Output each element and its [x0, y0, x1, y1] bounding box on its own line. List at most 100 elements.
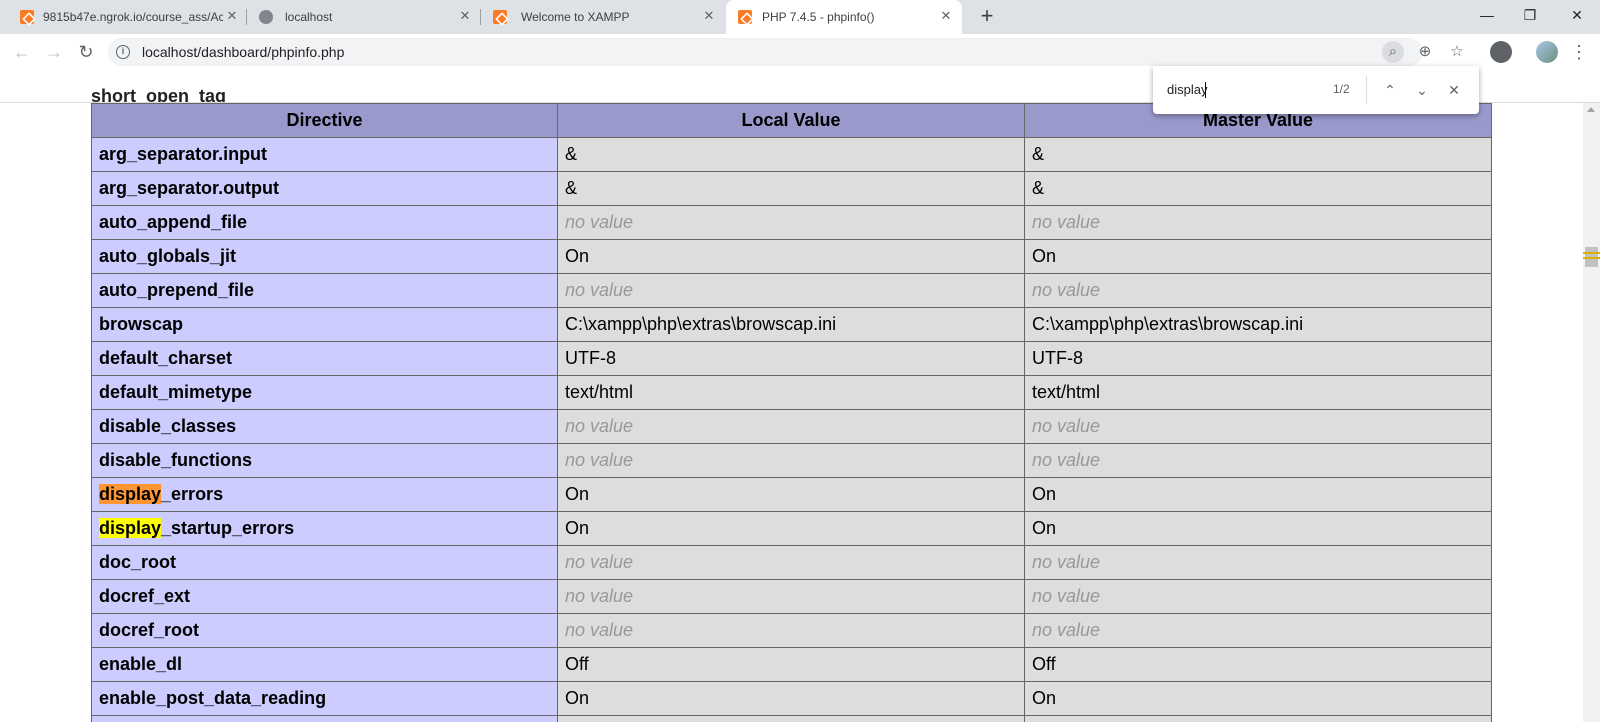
close-tab-icon[interactable]: ✕: [701, 8, 717, 24]
master-value: On: [1024, 477, 1492, 512]
minimize-button[interactable]: —: [1472, 4, 1502, 26]
directive-name: doc_root: [91, 545, 558, 580]
directive-name: default_charset: [91, 341, 558, 376]
master-value: no value: [1024, 273, 1492, 308]
table-row: auto_append_file no value no value: [91, 205, 1492, 240]
local-value: text/html: [557, 375, 1025, 410]
directive-name-rest: _errors: [161, 484, 224, 504]
directive-name: auto_globals_jit: [91, 239, 558, 274]
url-text[interactable]: localhost/dashboard/phpinfo.php: [142, 44, 344, 60]
xampp-icon: [738, 10, 752, 24]
bookmark-star-icon[interactable]: ☆: [1446, 41, 1468, 63]
zoom-icon[interactable]: ⊕: [1414, 41, 1436, 63]
directive-name: disable_functions: [91, 443, 558, 478]
table-row: docref_root no value no value: [91, 613, 1492, 648]
back-arrow-icon[interactable]: ←: [11, 41, 33, 63]
table-row: docref_ext no value no value: [91, 579, 1492, 614]
tab-title: Welcome to XAMPP: [521, 10, 630, 24]
table-row: error_append_stringno valueno value: [91, 715, 1492, 722]
master-value: no value: [1024, 409, 1492, 444]
master-value: &: [1024, 171, 1492, 206]
table-row: auto_prepend_file no value no value: [91, 273, 1492, 308]
close-tab-icon[interactable]: ✕: [938, 8, 954, 24]
column-header: Local Value: [557, 103, 1025, 138]
table-row: browscap C:\xampp\php\extras\browscap.ini…: [91, 307, 1492, 342]
new-tab-button[interactable]: +: [976, 5, 998, 28]
master-value: no value: [1024, 443, 1492, 478]
xampp-icon: [20, 10, 34, 24]
close-tab-icon[interactable]: ✕: [224, 8, 240, 24]
tab-welcome-xampp[interactable]: Welcome to XAMPP ✕: [481, 0, 717, 34]
close-window-button[interactable]: ✕: [1562, 4, 1592, 26]
reload-icon[interactable]: ↻: [75, 41, 97, 63]
close-tab-icon[interactable]: ✕: [457, 8, 473, 24]
find-match-marker: [1583, 257, 1600, 259]
table-row: arg_separator.input & &: [91, 137, 1492, 172]
master-value: text/html: [1024, 375, 1492, 410]
table-row: default_mimetype text/html text/html: [91, 375, 1492, 410]
local-value: no value: [557, 443, 1025, 478]
tab-title: PHP 7.4.5 - phpinfo(): [762, 10, 875, 24]
master-value: On: [1024, 511, 1492, 546]
chevron-down-icon[interactable]: ⌄: [1411, 79, 1433, 101]
local-value: UTF-8: [557, 341, 1025, 376]
directive-name: browscap: [91, 307, 558, 342]
find-divider: [1366, 76, 1367, 104]
extension-icon[interactable]: [1490, 41, 1512, 63]
local-value: On: [557, 477, 1025, 512]
local-value: no value: [557, 205, 1025, 240]
restore-button[interactable]: ❐: [1515, 4, 1545, 26]
table-row: auto_globals_jit On On: [91, 239, 1492, 274]
avatar[interactable]: [1536, 41, 1558, 63]
directive-name: enable_post_data_reading: [91, 681, 558, 716]
directive-name: display_errors: [91, 477, 558, 512]
directive-name: arg_separator.output: [91, 171, 558, 206]
local-value: no value: [557, 715, 1025, 722]
tab-phpinfo[interactable]: PHP 7.4.5 - phpinfo() ✕: [726, 0, 962, 34]
tab-localhost[interactable]: localhost ✕: [247, 0, 480, 34]
directive-table: Directive Local Value Master Value arg_s…: [91, 103, 1492, 722]
directive-name: docref_ext: [91, 579, 558, 614]
menu-dots-icon[interactable]: ⋮: [1570, 41, 1588, 63]
find-highlight: display: [99, 484, 162, 504]
master-value: On: [1024, 681, 1492, 716]
tab-ngrok[interactable]: 9815b47e.ngrok.io/course_ass/Ac ✕: [8, 0, 246, 34]
forward-arrow-icon[interactable]: →: [43, 41, 65, 63]
site-info-icon[interactable]: i: [116, 45, 130, 59]
directive-name: auto_append_file: [91, 205, 558, 240]
local-value: Off: [557, 647, 1025, 682]
local-value: no value: [557, 579, 1025, 614]
chevron-up-icon[interactable]: ⌃: [1379, 79, 1401, 101]
find-input[interactable]: display: [1167, 80, 1317, 100]
table-row: arg_separator.output & &: [91, 171, 1492, 206]
address-bar[interactable]: i localhost/dashboard/phpinfo.php ⌕ ⊕ ☆: [108, 38, 1464, 66]
local-value: no value: [557, 273, 1025, 308]
close-icon[interactable]: ✕: [1443, 79, 1465, 101]
text-caret: [1205, 82, 1206, 98]
find-page-icon[interactable]: ⌕: [1382, 41, 1404, 63]
tab-strip: 9815b47e.ngrok.io/course_ass/Ac ✕ localh…: [0, 0, 1600, 34]
page-content: short_open_tag Directive Local Value Mas…: [0, 70, 1580, 722]
local-value: C:\xampp\php\extras\browscap.ini: [557, 307, 1025, 342]
local-value: no value: [557, 613, 1025, 648]
directive-name: disable_classes: [91, 409, 558, 444]
local-value: no value: [557, 409, 1025, 444]
directive-name-rest: _startup_errors: [161, 518, 295, 538]
toolbar: ← → ↻ i localhost/dashboard/phpinfo.php …: [0, 34, 1600, 70]
local-value: On: [557, 239, 1025, 274]
vertical-scrollbar[interactable]: [1583, 103, 1600, 722]
table-row: enable_post_data_reading On On: [91, 681, 1492, 716]
directive-name: error_append_string: [91, 715, 558, 722]
master-value: &: [1024, 137, 1492, 172]
scroll-up-arrow-icon[interactable]: [1587, 107, 1595, 112]
table-row: default_charset UTF-8 UTF-8: [91, 341, 1492, 376]
local-value: &: [557, 137, 1025, 172]
directive-name: arg_separator.input: [91, 137, 558, 172]
table-row: display_errors On On: [91, 477, 1492, 512]
column-header: Directive: [91, 103, 558, 138]
master-value: Off: [1024, 647, 1492, 682]
local-value: &: [557, 171, 1025, 206]
master-value: no value: [1024, 205, 1492, 240]
master-value: UTF-8: [1024, 341, 1492, 376]
find-match-count: 1/2: [1333, 82, 1350, 96]
